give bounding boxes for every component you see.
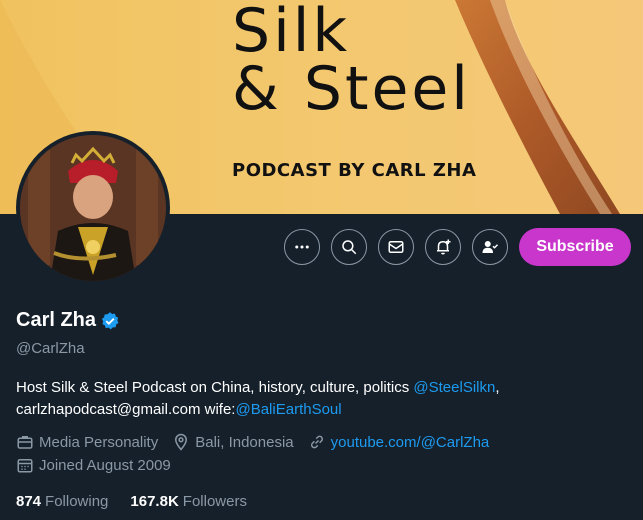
location-pin-icon (175, 433, 188, 451)
meta-website: youtube.com/@CarlZha (308, 433, 490, 451)
followers-link[interactable]: 167.8K Followers (130, 493, 247, 510)
verified-badge-icon[interactable] (100, 311, 120, 331)
bio-text: Host Silk & Steel Podcast on China, hist… (16, 379, 414, 396)
avatar-figure-icon (20, 135, 166, 281)
display-name: Carl Zha (16, 309, 97, 331)
calendar-icon (17, 459, 33, 473)
avatar-photo (20, 135, 166, 281)
following-link[interactable]: 874 Following (16, 493, 108, 510)
briefcase-icon (17, 436, 33, 449)
category-text: Media Personality (39, 433, 159, 451)
message-button[interactable] (378, 229, 414, 265)
following-button[interactable] (472, 229, 508, 265)
followers-label: Followers (182, 493, 247, 510)
profile-bio: Host Silk & Steel Podcast on China, hist… (16, 377, 626, 421)
envelope-icon (388, 241, 404, 253)
follow-stats: 874 Following 167.8K Followers (16, 493, 269, 510)
meta-category: Media Personality (16, 433, 158, 451)
meta-joined: Joined August 2009 (16, 456, 171, 474)
user-handle: @CarlZha (16, 340, 85, 357)
followers-count: 167.8K (130, 493, 179, 510)
bell-plus-icon (437, 239, 451, 255)
bio-text: carlzhapodcast@gmail.com wife: (16, 401, 236, 418)
more-icon (295, 245, 309, 249)
search-button[interactable] (331, 229, 367, 265)
profile-actions: Subscribe (284, 228, 631, 266)
search-icon (342, 240, 357, 255)
following-label: Following (45, 493, 109, 510)
person-check-icon (482, 241, 499, 253)
banner-title-line2: & Steel (232, 54, 471, 124)
banner-title: Silk & Steel (232, 0, 471, 124)
name-row: Carl Zha (16, 309, 120, 332)
bio-mention-link[interactable]: @SteelSilkn (413, 379, 495, 396)
link-icon (310, 435, 323, 449)
joined-text: Joined August 2009 (39, 456, 171, 474)
banner-title-line1: Silk (232, 0, 351, 66)
location-text: Bali, Indonesia (195, 433, 294, 451)
meta-location: Bali, Indonesia (172, 433, 294, 451)
bio-text: , (495, 379, 500, 396)
more-button[interactable] (284, 229, 320, 265)
following-count: 874 (16, 493, 42, 510)
subscribe-button[interactable]: Subscribe (519, 228, 631, 266)
website-link[interactable]: youtube.com/@CarlZha (331, 434, 490, 451)
profile-meta-joined: Joined August 2009 (16, 456, 185, 474)
notify-button[interactable] (425, 229, 461, 265)
profile-page: Silk & Steel PODCAST BY CARL ZHA Subscri… (0, 0, 643, 520)
bio-mention-link[interactable]: @BaliEarthSoul (235, 401, 341, 418)
profile-meta: Media Personality Bali, Indonesia youtub… (16, 433, 503, 451)
banner-subtitle: PODCAST BY CARL ZHA (232, 160, 477, 181)
avatar[interactable] (16, 131, 170, 285)
